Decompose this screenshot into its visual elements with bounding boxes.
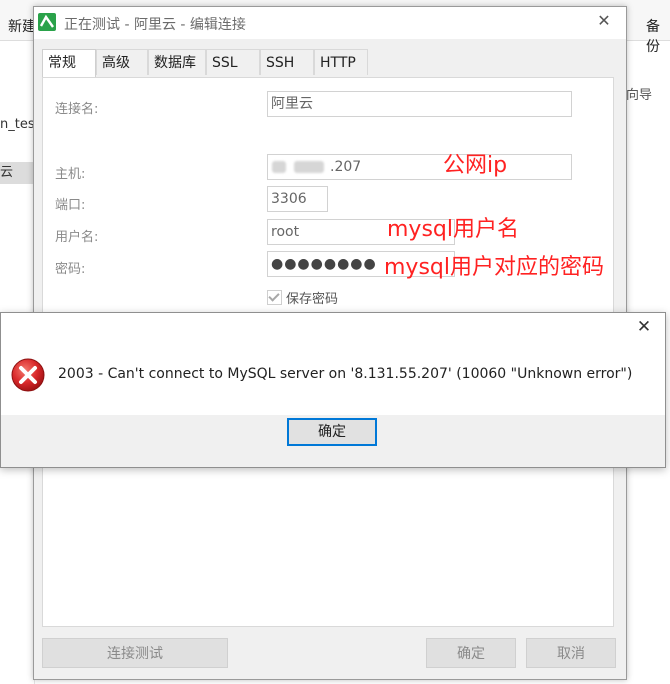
dialog-title: 正在测试 - 阿里云 - 编辑连接 [64, 17, 246, 33]
checkmark-icon [267, 290, 282, 305]
port-field[interactable]: 3306 [267, 186, 328, 212]
host-label: 主机: [55, 167, 86, 182]
tab-ssh[interactable]: SSH [260, 49, 314, 75]
error-ok-button[interactable]: 确定 [287, 418, 377, 446]
save-password-checkbox[interactable]: 保存密码 [267, 288, 338, 307]
annotation-mysql-username: mysql用户名 [387, 217, 519, 242]
save-password-label: 保存密码 [286, 292, 339, 307]
tab-advanced[interactable]: 高级 [96, 49, 148, 75]
error-titlebar[interactable]: ✕ [1, 313, 665, 343]
error-icon [10, 357, 46, 393]
username-label: 用户名: [55, 230, 99, 245]
close-icon[interactable]: ✕ [633, 317, 655, 339]
tab-http[interactable]: HTTP [314, 49, 368, 75]
redacted-ip-part [272, 161, 286, 173]
host-visible-value: .207 [330, 159, 362, 175]
ok-button[interactable]: 确定 [426, 638, 516, 668]
annotation-mysql-password: mysql用户对应的密码 [384, 255, 604, 280]
sidebar-item-test[interactable]: n_tes [0, 117, 35, 132]
error-body: 2003 - Can't connect to MySQL server on … [1, 343, 665, 415]
test-connection-button[interactable]: 连接测试 [42, 638, 228, 668]
error-dialog: ✕ 2003 - Can't connect to MySQL server o… [0, 312, 666, 468]
new-toolbar-label[interactable]: 新建 [8, 16, 36, 36]
cancel-button[interactable]: 取消 [526, 638, 616, 668]
backup-toolbar-label[interactable]: 备份 [646, 16, 670, 56]
conn-name-label: 连接名: [55, 102, 99, 117]
close-icon[interactable]: ✕ [594, 11, 614, 33]
tab-ssl[interactable]: SSL [206, 49, 260, 75]
conn-name-field[interactable]: 阿里云 [267, 91, 572, 117]
sidebar-item-aliyun[interactable]: 云 [0, 162, 33, 184]
dialog-titlebar[interactable]: 正在测试 - 阿里云 - 编辑连接 ✕ [34, 7, 626, 39]
wizard-hint[interactable]: 向导 [626, 84, 652, 103]
password-label: 密码: [55, 262, 86, 277]
redacted-ip-part [294, 161, 324, 173]
host-field[interactable]: .207 [267, 154, 572, 180]
tab-general[interactable]: 常规 [42, 49, 96, 78]
navicat-logo-icon [38, 13, 56, 31]
tab-databases[interactable]: 数据库 [148, 49, 206, 75]
error-message: 2003 - Can't connect to MySQL server on … [58, 366, 633, 382]
annotation-public-ip: 公网ip [443, 153, 508, 178]
port-label: 端口: [55, 198, 86, 213]
